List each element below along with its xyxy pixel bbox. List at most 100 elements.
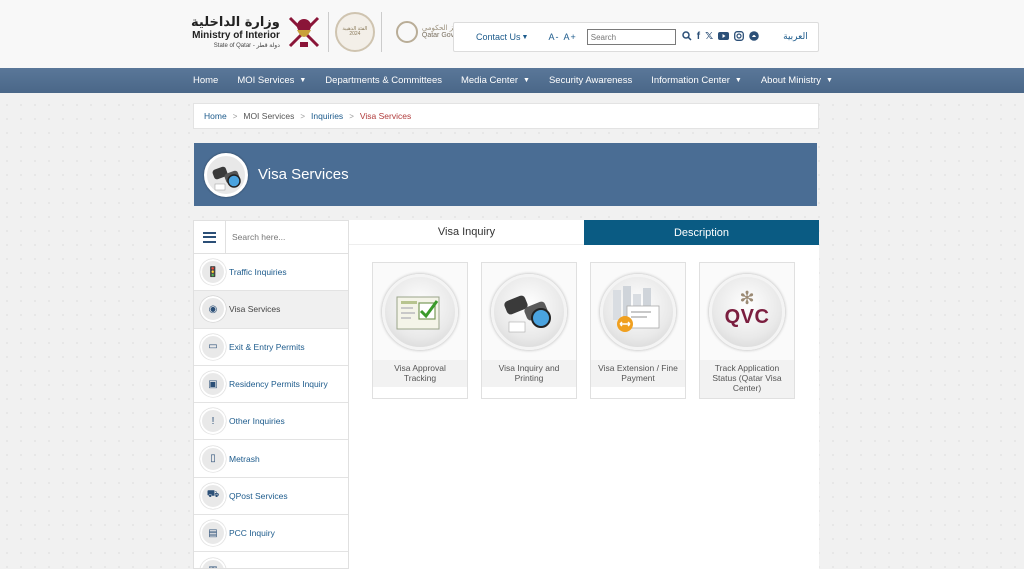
sidebar-item-traffic-inquiries[interactable]: 🚦 Traffic Inquiries xyxy=(194,254,348,292)
residency-card-icon: ▣ xyxy=(200,371,226,398)
x-icon[interactable]: 𝕏 xyxy=(705,32,713,42)
tile-visa-extension-payment[interactable]: Visa Extension / Fine Payment xyxy=(590,262,686,399)
page-title: Visa Services xyxy=(258,166,349,183)
chevron-down-icon: ▼ xyxy=(826,77,833,84)
extension-document-icon xyxy=(600,273,676,350)
nav-item-label: Media Center xyxy=(460,75,519,86)
sidebar-item-dcv-inquiry[interactable]: ▥DCV Inquiry xyxy=(194,552,348,568)
nav-item-security-awareness[interactable]: Security Awareness xyxy=(549,75,632,86)
font-decrease-button[interactable]: A- xyxy=(548,32,559,42)
site-search-input[interactable] xyxy=(586,29,676,45)
sidebar-item-pcc-inquiry[interactable]: ▤ PCC Inquiry xyxy=(194,515,348,553)
permit-card-icon: ▭ xyxy=(200,333,226,360)
nav-item-label: About Ministry xyxy=(760,75,822,86)
state-of-qatar-label: State of Qatar - دولة قطر xyxy=(213,42,280,49)
social-icons: f 𝕏 xyxy=(681,30,759,44)
ministry-name-arabic: وزارة الداخلية xyxy=(191,14,280,30)
contact-us-dropdown[interactable]: Contact Us ▼ xyxy=(476,32,528,42)
header-divider xyxy=(380,12,382,52)
sidebar-item-exit-entry-permits[interactable]: ▭ Exit & Entry Permits xyxy=(194,329,348,366)
breadcrumb-separator: > xyxy=(232,111,238,121)
sidebar-item-qpost-services[interactable]: ⛟ QPost Services xyxy=(194,478,348,516)
phone-icon: ▯ xyxy=(200,445,226,472)
sidebar-item-metrash[interactable]: ▯ Metrash xyxy=(194,440,348,478)
ministry-logo-text: وزارة الداخلية Ministry of Interior Stat… xyxy=(191,16,280,49)
tile-visa-inquiry-printing[interactable]: Visa Inquiry and Printing xyxy=(481,262,577,399)
sidebar-item-visa-services[interactable]: ◉ Visa Services xyxy=(194,291,348,329)
main-content: Visa Inquiry Description Visa Approval T… xyxy=(349,220,819,569)
content-tabs: Visa Inquiry Description xyxy=(349,220,819,245)
tile-visa-approval-tracking[interactable]: Visa Approval Tracking xyxy=(372,262,468,399)
chevron-down-icon: ▼ xyxy=(523,77,530,84)
qvc-star-icon: ✻ xyxy=(739,287,755,308)
tile-track-application-status[interactable]: ✻ QVC Track Application Status (Qatar Vi… xyxy=(699,262,795,399)
breadcrumb-moi-services[interactable]: MOI Services xyxy=(243,111,294,121)
nav-item-home[interactable]: Home xyxy=(193,75,218,86)
sidebar-item-label: QPost Services xyxy=(229,490,288,501)
sidebar-item-label: PCC Inquiry xyxy=(229,528,275,539)
qvc-logo-icon: ✻ QVC xyxy=(709,273,785,350)
award-badge-text: الفئة الذهبية 2024 xyxy=(342,25,368,37)
chevron-down-icon: ▼ xyxy=(299,77,307,84)
nav-item-moi-services[interactable]: MOI Services ▼ xyxy=(237,75,306,86)
sidebar-item-label: Exit & Entry Permits xyxy=(229,341,305,352)
sidebar-item-label: Visa Services xyxy=(229,304,281,315)
snapchat-icon[interactable] xyxy=(749,30,759,44)
tile-label: Visa Approval Tracking xyxy=(373,360,467,388)
award-ring-icon xyxy=(395,21,418,43)
language-switch-link[interactable]: العربية xyxy=(783,32,808,42)
contact-us-label: Contact Us xyxy=(476,32,521,42)
sidebar-search xyxy=(194,221,348,254)
sidebar-item-label: Traffic Inquiries xyxy=(229,267,287,278)
tile-label: Visa Inquiry and Printing xyxy=(482,360,576,388)
site-header: وزارة الداخلية Ministry of Interior Stat… xyxy=(0,0,1024,68)
tab-description[interactable]: Description xyxy=(584,220,819,245)
sidebar-item-residency-permits-inquiry[interactable]: ▣ Residency Permits Inquiry xyxy=(194,366,348,404)
page-banner: Visa Services xyxy=(194,143,817,206)
sidebar-item-label: DCV Inquiry xyxy=(229,566,275,568)
breadcrumb-separator: > xyxy=(300,111,306,121)
services-sidebar: 🚦Traffic Inquiries◉Visa Services▭Exit & … xyxy=(193,220,349,569)
header-divider xyxy=(327,12,329,52)
main-navigation: Home MOI Services ▼ Departments & Committee… xyxy=(0,68,1024,93)
instagram-icon[interactable] xyxy=(734,30,745,44)
qatar-emblem-icon xyxy=(286,12,322,52)
tile-label: Track Application Status (Qatar Visa Cen… xyxy=(700,360,794,398)
font-increase-button[interactable]: A+ xyxy=(563,32,576,42)
info-icon: ! xyxy=(200,408,226,435)
document-checkmark-icon xyxy=(382,273,458,350)
breadcrumb-current: Visa Services xyxy=(359,111,412,121)
font-size-controls: A- A+ xyxy=(548,32,580,42)
breadcrumb-inquiries[interactable]: Inquiries xyxy=(311,111,343,121)
nav-item-label: MOI Services xyxy=(237,75,295,86)
sidebar-item-label: Residency Permits Inquiry xyxy=(229,379,328,390)
breadcrumb-home[interactable]: Home xyxy=(204,111,227,121)
nav-item-label: Home xyxy=(193,75,219,86)
nav-item-media-center[interactable]: Media Center ▼ xyxy=(461,75,530,86)
gold-award-badge: الفئة الذهبية 2024 xyxy=(334,12,375,52)
menu-icon[interactable] xyxy=(194,221,226,254)
sidebar-item-other-inquiries[interactable]: ! Other Inquiries xyxy=(194,403,348,441)
facebook-icon[interactable]: f xyxy=(697,32,700,42)
ministry-name-english: Ministry of Interior xyxy=(192,29,280,41)
sidebar-item-label: Metrash xyxy=(229,453,260,464)
nav-item-about-ministry[interactable]: About Ministry ▼ xyxy=(761,75,833,86)
nav-item-departments-committees[interactable]: Departments & Committees xyxy=(325,75,442,86)
tab-visa-inquiry[interactable]: Visa Inquiry xyxy=(349,220,584,245)
delivery-truck-icon: ⛟ xyxy=(200,482,226,509)
search-icon[interactable] xyxy=(681,30,692,44)
utility-toolbar: Contact Us ▼ A- A+ f 𝕏 العربية xyxy=(453,22,819,52)
breadcrumb: Home > MOI Services > Inquiries > Visa S… xyxy=(193,103,819,129)
traffic-light-icon: 🚦 xyxy=(200,259,226,286)
nav-item-information-center[interactable]: Information Center ▼ xyxy=(651,75,742,86)
sidebar-search-input[interactable] xyxy=(232,232,342,242)
nav-item-label: Security Awareness xyxy=(548,75,633,86)
tile-label: Visa Extension / Fine Payment xyxy=(591,360,685,388)
youtube-icon[interactable] xyxy=(718,31,730,44)
nav-item-label: Information Center xyxy=(651,75,730,86)
nav-item-label: Departments & Committees xyxy=(325,75,442,86)
binoculars-icon xyxy=(491,273,567,350)
chevron-down-icon: ▼ xyxy=(734,77,742,84)
service-tiles: Visa Approval Tracking Visa Inquiry and … xyxy=(372,262,795,399)
document-icon: ▥ xyxy=(200,557,226,568)
